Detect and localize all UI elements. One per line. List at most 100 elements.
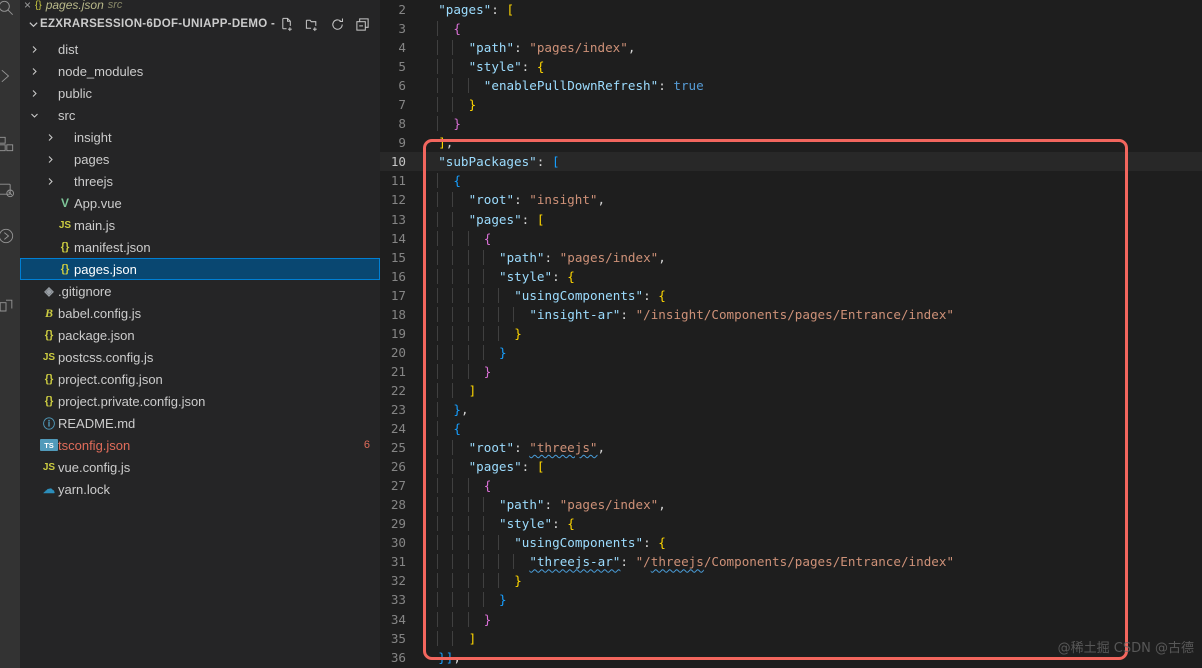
code-token: , — [445, 135, 454, 151]
code-line[interactable]: 15 "path": "pages/index", — [380, 248, 1202, 267]
code-line[interactable]: 4 "path": "pages/index", — [380, 38, 1202, 57]
code-line[interactable]: 16 "style": { — [380, 267, 1202, 286]
code-line[interactable]: 23}, — [380, 400, 1202, 419]
code-token: } — [453, 116, 461, 132]
code-editor[interactable]: 2 "pages": [3{4 "path": "pages/index", 5 "st… — [380, 0, 1202, 668]
tree-item-main-js[interactable]: JS main.js — [20, 214, 380, 236]
extensions-icon[interactable] — [0, 130, 20, 158]
indent-guide — [467, 306, 469, 322]
code-line[interactable]: 29 "style": { — [380, 514, 1202, 533]
tree-item-package-json[interactable]: {} package.json — [20, 324, 380, 346]
code-line[interactable]: 11 { — [380, 171, 1202, 190]
tree-item-app-vue[interactable]: V App.vue — [20, 192, 380, 214]
code-line[interactable]: 27 { — [380, 476, 1202, 495]
line-number: 10 — [390, 154, 406, 170]
code-line[interactable]: 24 { — [380, 419, 1202, 438]
line-number: 4 — [398, 40, 406, 56]
tree-item-node-modules[interactable]: node_modules — [20, 60, 380, 82]
file-tree[interactable]: dist node_modules public src insight pages thr… — [20, 37, 380, 668]
line-number: 13 — [390, 211, 406, 227]
tree-item-public[interactable]: public — [20, 82, 380, 104]
code-token: "style" — [499, 268, 553, 284]
tree-item-insight[interactable]: insight — [20, 126, 380, 148]
code-content[interactable]: 2 "pages": [3{4 "path": "pages/index", 5 "st… — [380, 0, 1202, 668]
ts-file-icon: TS — [40, 439, 58, 451]
tree-item-label: manifest.json — [74, 239, 151, 255]
refresh-icon[interactable] — [329, 16, 345, 32]
tree-item-vue-config-js[interactable]: JS vue.config.js — [20, 456, 380, 478]
code-line[interactable]: 7} — [380, 95, 1202, 114]
code-line[interactable]: 2 "pages": [ — [380, 0, 1202, 19]
source-control-icon[interactable] — [0, 62, 20, 90]
search-icon[interactable] — [0, 0, 20, 22]
tree-item-yarn-lock[interactable]: ☁ yarn.lock — [20, 478, 380, 500]
code-line[interactable]: 14 { — [380, 229, 1202, 248]
code-token: } — [468, 97, 477, 113]
code-line[interactable]: 18 "insight-ar": "/insight/Components/pag… — [380, 305, 1202, 324]
new-file-icon[interactable] — [279, 16, 295, 32]
tree-item-readme-md[interactable]: ⓘ README.md — [20, 412, 380, 434]
code-line-text: } — [422, 325, 1202, 341]
code-line-text: }, — [422, 402, 1202, 417]
tree-item-pages-json[interactable]: {} pages.json — [20, 258, 380, 280]
folder-icon-spacer — [56, 148, 74, 170]
tree-item-postcss-config-js[interactable]: JS postcss.config.js — [20, 346, 380, 368]
code-line[interactable]: 9], — [380, 133, 1202, 152]
code-token: : — [620, 554, 636, 570]
code-line[interactable]: 31 "threejs-ar": "/threejs/Components/pag… — [380, 552, 1202, 571]
code-line-text: "path": "pages/index", — [422, 249, 1202, 265]
tree-item-project-private-config-json[interactable]: {} project.private.config.json — [20, 390, 380, 412]
tree-item-manifest-json[interactable]: {} manifest.json — [20, 236, 380, 258]
code-token: } — [453, 402, 461, 417]
code-line[interactable]: 28 "path": "pages/index", — [380, 495, 1202, 514]
tree-item-babel-config-js[interactable]: Bbabel.config.js — [20, 302, 380, 324]
line-number: 34 — [390, 611, 406, 627]
code-line[interactable]: 25 "root": "threejs", — [380, 438, 1202, 457]
tree-item-label: package.json — [58, 327, 135, 343]
code-line[interactable]: 34} — [380, 610, 1202, 629]
code-line[interactable]: 30 "usingComponents": { — [380, 533, 1202, 552]
code-tokens: } — [423, 345, 507, 360]
code-line[interactable]: 8} — [380, 114, 1202, 133]
code-line[interactable]: 26 "pages": [ — [380, 457, 1202, 476]
explorer-folder-header[interactable]: EZXRARSESSION-6DOF-UNIAPP-DEMO - ... — [20, 11, 380, 37]
tree-item-threejs[interactable]: threejs — [20, 170, 380, 192]
new-folder-icon[interactable] — [304, 16, 320, 32]
js-file-icon: JS — [42, 351, 56, 363]
tree-item-label: project.config.json — [58, 371, 163, 387]
code-line[interactable]: 17 "usingComponents": { — [380, 286, 1202, 305]
close-icon[interactable]: × — [24, 0, 31, 12]
tree-item--gitignore[interactable]: ◈ .gitignore — [20, 280, 380, 302]
code-line[interactable]: 6 "enablePullDownRefresh": true — [380, 76, 1202, 95]
code-line[interactable]: 10 "subPackages": [ — [380, 152, 1202, 172]
indent-guide — [452, 478, 454, 494]
collapse-all-icon[interactable] — [354, 16, 370, 32]
tree-item-tsconfig-json[interactable]: TS tsconfig.json 6 — [20, 434, 380, 456]
code-line[interactable]: 13 "pages": [ — [380, 210, 1202, 229]
line-number: 26 — [390, 459, 406, 475]
code-line[interactable]: 20} — [380, 343, 1202, 362]
tree-item-label: README.md — [58, 415, 136, 431]
tree-item-dist[interactable]: dist — [20, 38, 380, 60]
tree-item-pages[interactable]: pages — [20, 148, 380, 170]
testing-icon[interactable] — [0, 292, 20, 320]
code-line[interactable]: 19} — [380, 324, 1202, 343]
code-line[interactable]: 22] — [380, 381, 1202, 400]
code-token: { — [567, 516, 575, 532]
debug-icon[interactable] — [0, 176, 20, 204]
tree-item-project-config-json[interactable]: {} project.config.json — [20, 368, 380, 390]
code-line[interactable]: 3{ — [380, 19, 1202, 38]
code-line[interactable]: 5 "style": { — [380, 57, 1202, 76]
code-tokens: }], — [423, 650, 461, 665]
code-token: "root" — [468, 192, 515, 208]
code-token: [ — [536, 211, 545, 227]
code-line[interactable]: 21} — [380, 362, 1202, 381]
code-line[interactable]: 32} — [380, 571, 1202, 590]
code-token: , — [453, 649, 461, 665]
code-line[interactable]: 33} — [380, 590, 1202, 609]
editor-tab-pages-json[interactable]: × {} pages.json src — [24, 0, 122, 12]
tree-item-src[interactable]: src — [20, 104, 380, 126]
code-line[interactable]: 12 "root": "insight", — [380, 190, 1202, 209]
indent-guide — [437, 21, 439, 37]
remote-explorer-icon[interactable] — [0, 222, 20, 250]
